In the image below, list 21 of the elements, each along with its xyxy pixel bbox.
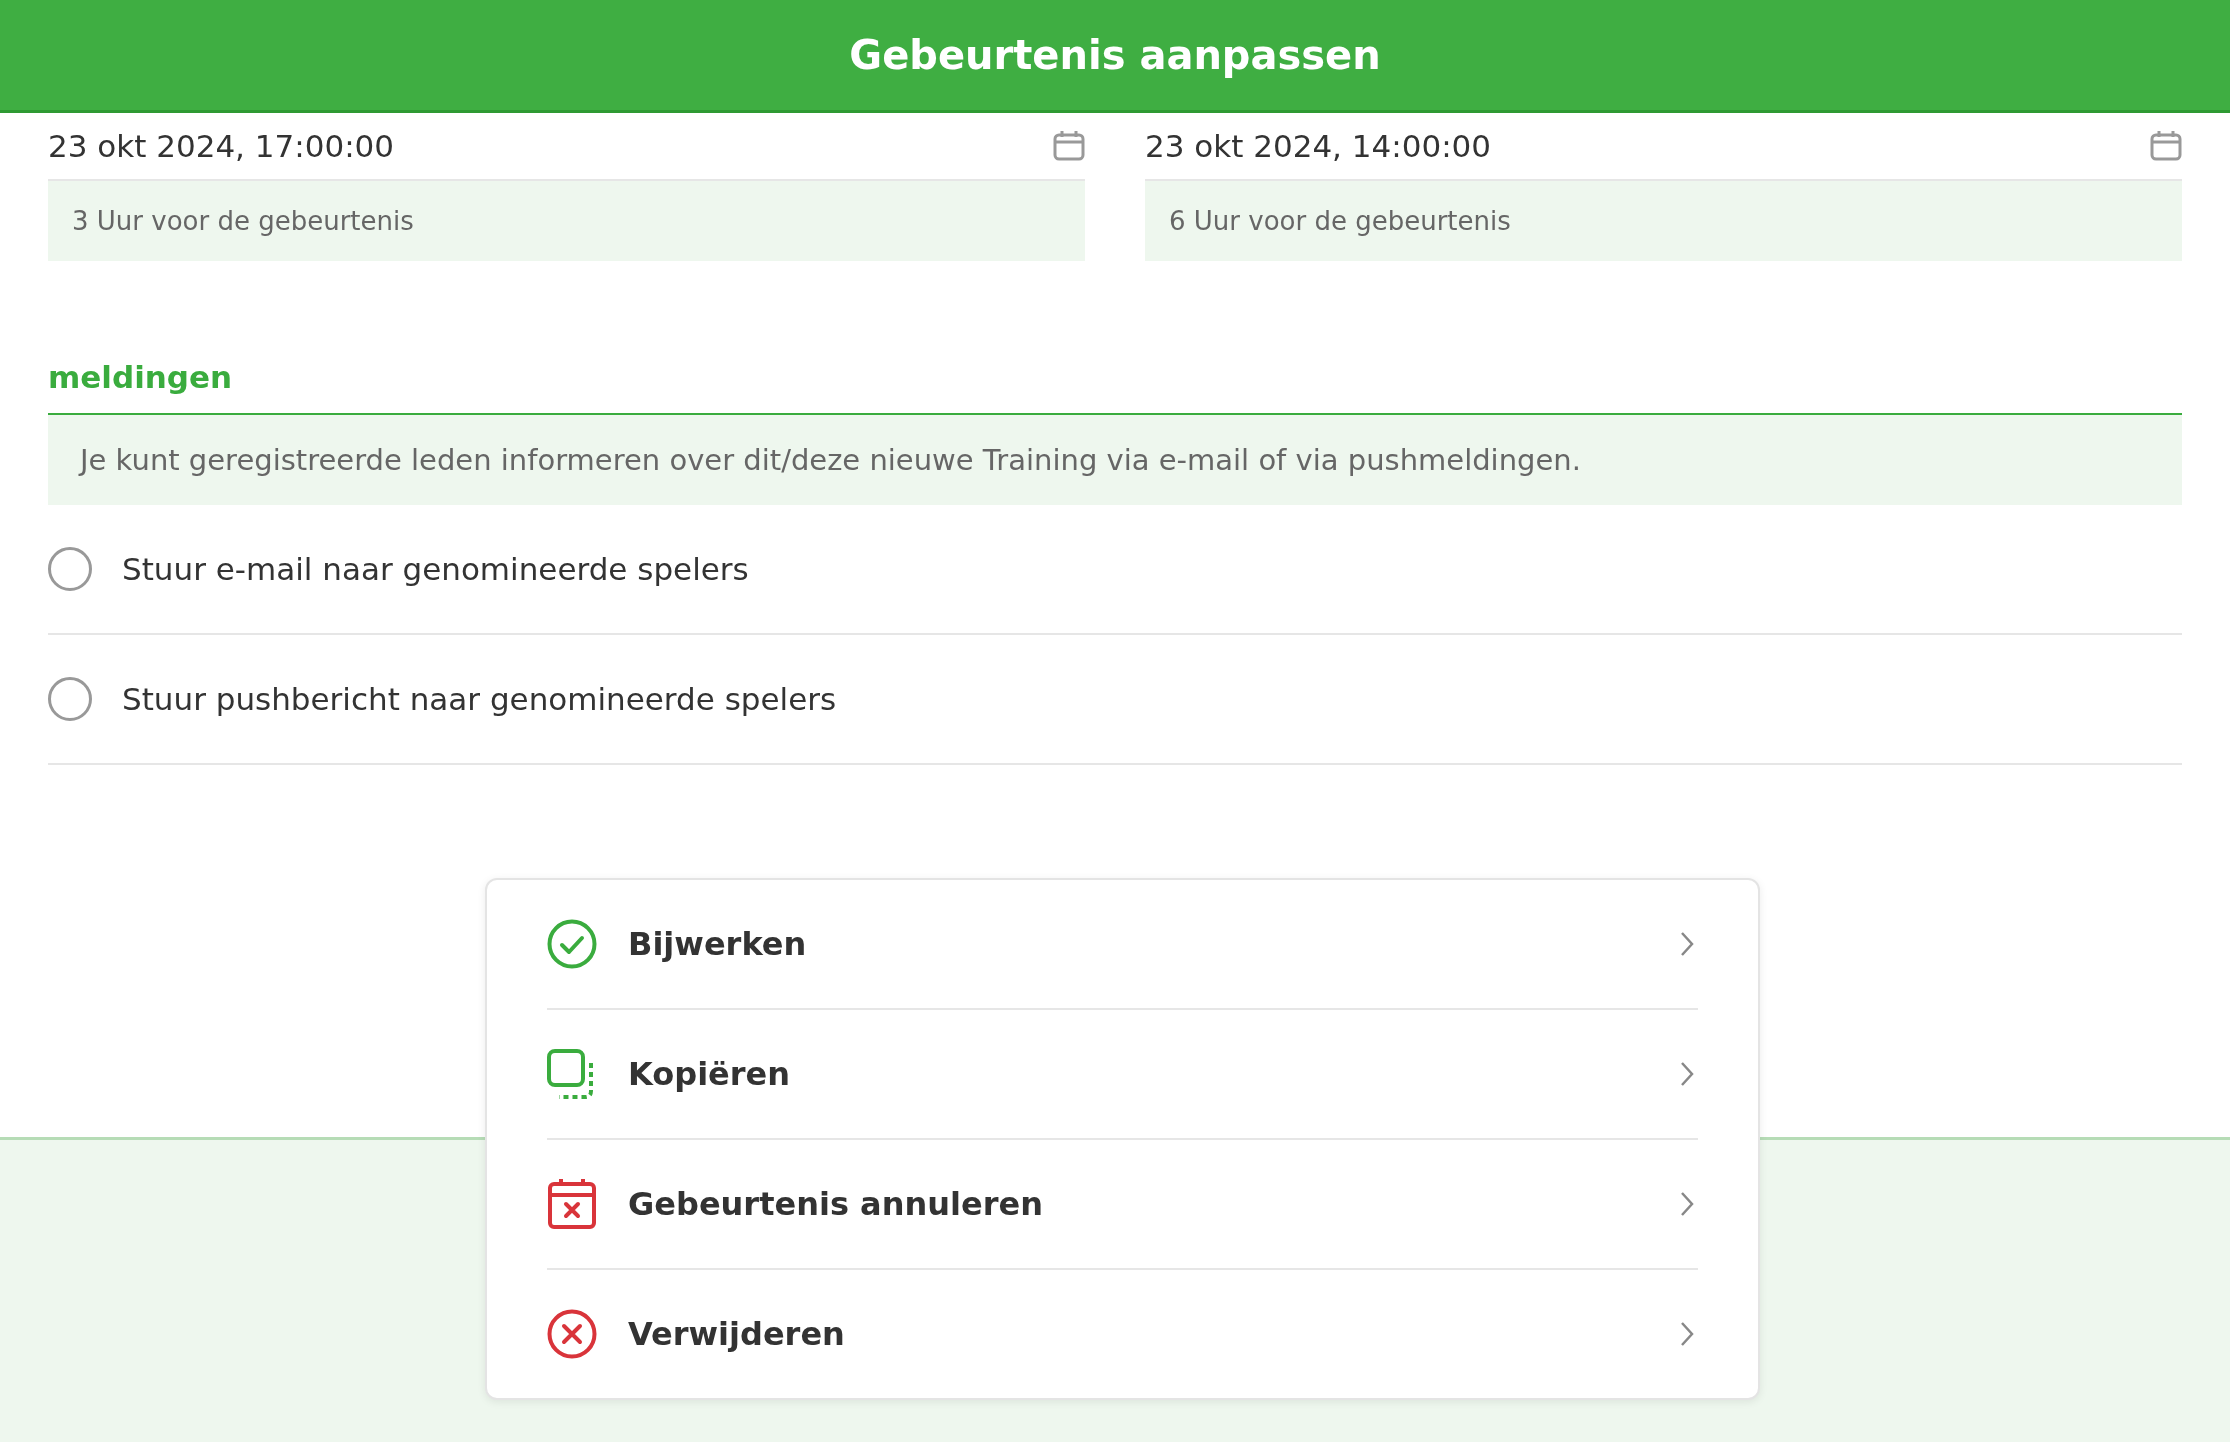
check-circle-icon [547,919,597,969]
option-label: Stuur e-mail naar genomineerde spelers [122,551,749,587]
action-item[interactable]: Bijwerken [547,880,1698,1010]
close-circle-icon [547,1309,597,1359]
chevron-right-icon [1680,1321,1694,1347]
action-item[interactable]: Kopiëren [547,1010,1698,1140]
chevron-right-icon [1680,1191,1694,1217]
calendar-x-icon [547,1179,597,1229]
calendar-icon [2150,131,2182,161]
calendar-icon [1053,131,1085,161]
action-item[interactable]: Gebeurtenis annuleren [547,1140,1698,1270]
chevron-right-icon [1680,1061,1694,1087]
info-text: Je kunt geregistreerde leden informeren over dit/deze nieuwe Training via e-mail of via pushmeldingen. [48,415,2182,505]
option-label: Stuur pushbericht naar genomineerde spelers [122,681,837,717]
reminder-hint: 6 Uur voor de gebeurtenis [1145,181,2182,261]
page-title: Gebeurtenis aanpassen [849,32,1381,78]
action-item[interactable]: Verwijderen [547,1270,1698,1398]
reminder-hint: 3 Uur voor de gebeurtenis [48,181,1085,261]
radio-button[interactable] [48,677,92,721]
radio-button[interactable] [48,547,92,591]
chevron-right-icon [1680,931,1694,957]
